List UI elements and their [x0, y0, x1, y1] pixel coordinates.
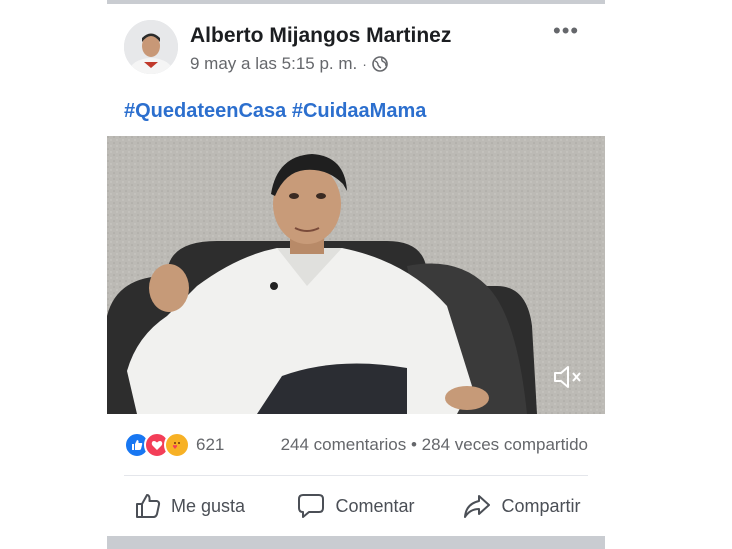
care-reaction-icon — [164, 432, 190, 458]
hashtag-cuidaamama[interactable]: #CuidaaMama — [292, 100, 427, 122]
hashtag-quedateencasa[interactable]: #QuedateenCasa — [124, 100, 286, 122]
post-meta: 9 may a las 5:15 p. m. · — [190, 54, 388, 74]
share-arrow-icon — [464, 495, 491, 518]
like-button[interactable]: Me gusta — [107, 484, 273, 528]
mute-button[interactable] — [553, 364, 583, 390]
share-count[interactable]: 284 veces compartido — [422, 435, 588, 454]
post-stats: 244 comentarios • 284 veces compartido — [281, 435, 588, 455]
stats-separator: • — [410, 435, 417, 454]
meta-separator: · — [362, 56, 367, 72]
post-hashtags: #QuedateenCasa #CuidaaMama — [124, 100, 426, 123]
author-name[interactable]: Alberto Mijangos Martinez — [190, 24, 451, 48]
globe-icon — [372, 56, 388, 72]
like-label: Me gusta — [170, 495, 246, 516]
thumbs-up-icon — [135, 494, 161, 518]
post-timestamp[interactable]: 9 may a las 5:15 p. m. — [190, 54, 357, 74]
speaker-muted-icon — [554, 366, 581, 388]
post-actions: Me gusta Comentar Compartir — [107, 484, 605, 528]
avatar[interactable] — [124, 20, 178, 74]
comment-button[interactable]: Comentar — [273, 484, 439, 528]
comment-count[interactable]: 244 comentarios — [281, 435, 407, 454]
video-player[interactable] — [107, 136, 605, 414]
post-card: Alberto Mijangos Martinez 9 may a las 5:… — [107, 4, 605, 536]
comment-label: Comentar — [335, 495, 415, 516]
feed-separator-bottom — [107, 536, 605, 549]
more-options-button[interactable]: ••• — [553, 18, 579, 44]
share-label: Compartir — [501, 495, 581, 516]
reaction-summary[interactable]: 621 — [124, 432, 224, 458]
divider — [124, 475, 588, 476]
video-frame — [107, 136, 605, 414]
share-button[interactable]: Compartir — [439, 484, 605, 528]
comment-bubble-icon — [298, 494, 325, 518]
reaction-count: 621 — [196, 435, 225, 454]
